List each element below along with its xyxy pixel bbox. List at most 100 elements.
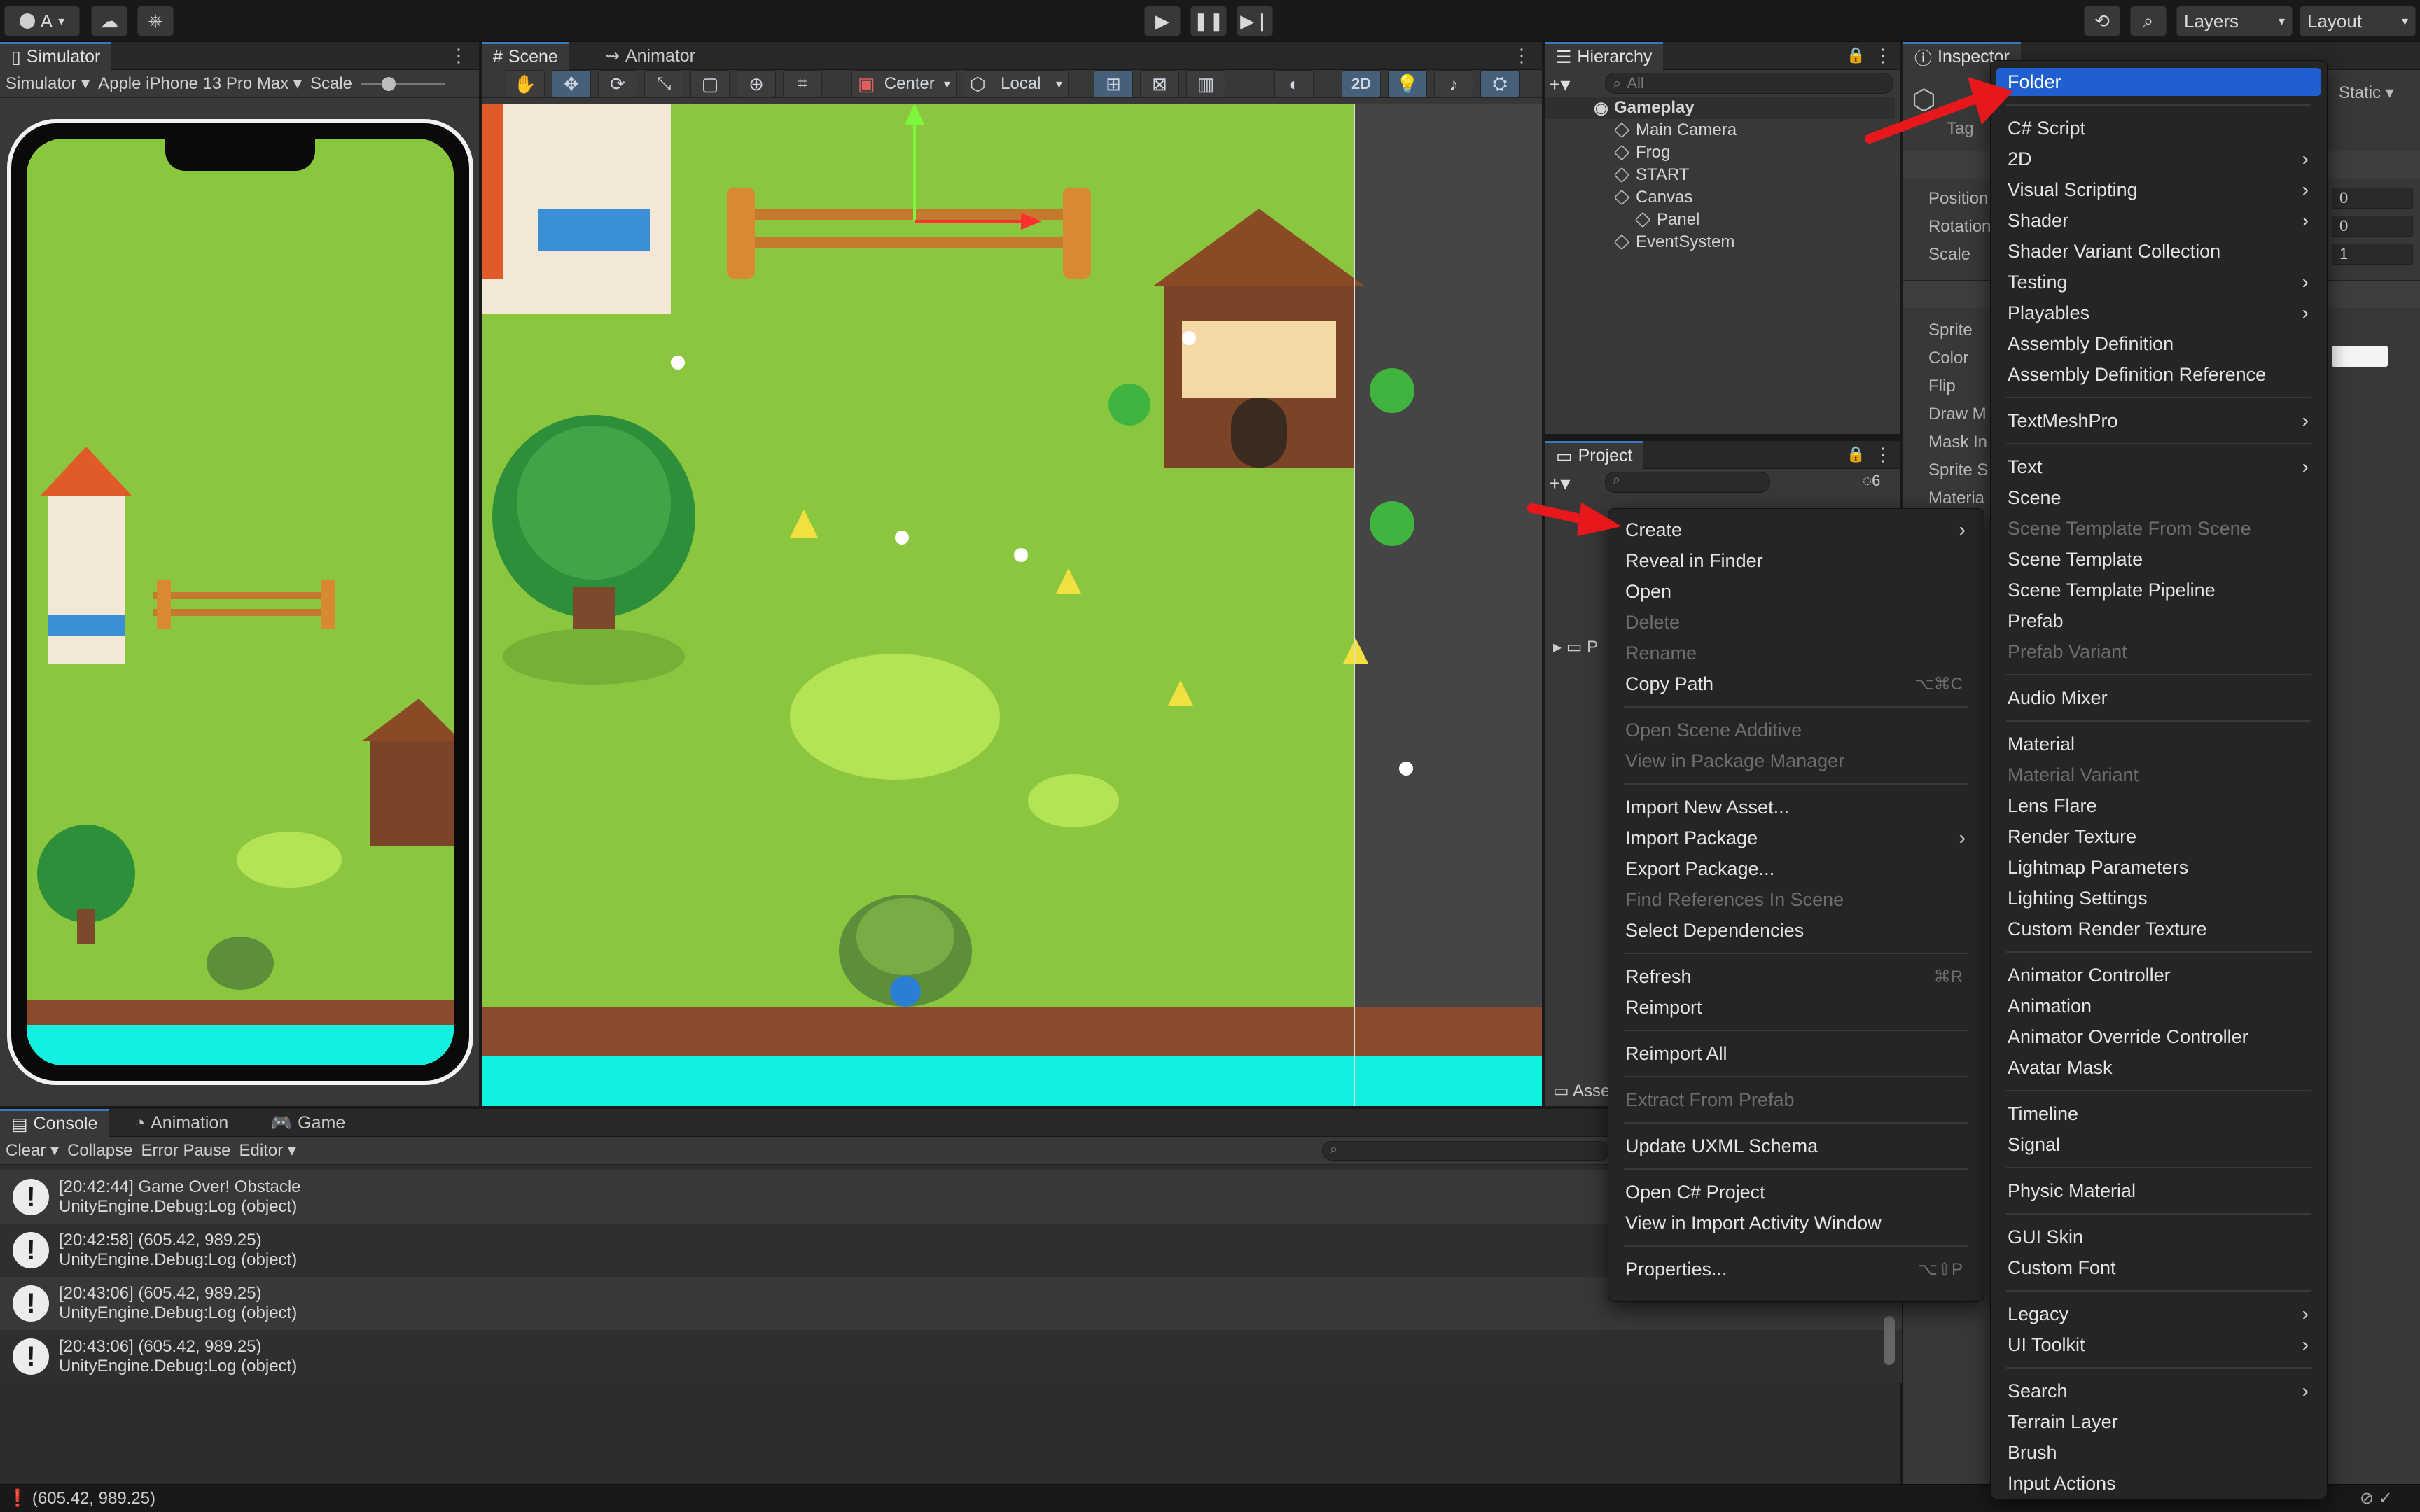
lock-icon[interactable]: 🔒 — [1847, 445, 1865, 463]
lock-icon[interactable]: 🔒 — [1847, 46, 1865, 64]
scale-tool-button[interactable]: ⤡ — [644, 70, 683, 98]
account-dropdown[interactable]: A ▾ — [4, 6, 80, 36]
search-button[interactable]: ⌕ — [2130, 6, 2167, 36]
tab-hierarchy[interactable]: ☰ Hierarchy — [1545, 42, 1664, 70]
simulator-mode-select[interactable]: Simulator ▾ — [6, 74, 90, 94]
position-field[interactable]: 0 — [2332, 188, 2413, 209]
collapse-button[interactable]: Collapse — [67, 1141, 132, 1161]
menu-item-brush[interactable]: Brush — [1996, 1438, 2321, 1466]
menu-item-textmeshpro[interactable]: TextMeshPro › — [1996, 407, 2321, 435]
menu-item-2d[interactable]: 2D › — [1996, 145, 2321, 173]
menu-item-select-dependencies[interactable]: Select Dependencies — [1614, 916, 1978, 944]
menu-item-ui-toolkit[interactable]: UI Toolkit › — [1996, 1331, 2321, 1359]
menu-item-physic-material[interactable]: Physic Material — [1996, 1177, 2321, 1205]
layout-dropdown[interactable]: Layout ▾ — [2300, 6, 2416, 36]
add-object-button[interactable]: +▾ — [1549, 73, 1580, 95]
editor-dropdown[interactable]: Editor ▾ — [239, 1140, 296, 1161]
menu-item-signal[interactable]: Signal — [1996, 1130, 2321, 1158]
menu-item-lighting-settings[interactable]: Lighting Settings — [1996, 884, 2321, 912]
tab-scene[interactable]: # Scene — [482, 42, 569, 70]
mode-2d-button[interactable]: 2D — [1342, 70, 1381, 98]
play-button[interactable]: ▶ — [1144, 6, 1181, 36]
scale-slider[interactable] — [361, 76, 445, 91]
hierarchy-search-input[interactable]: ⌕ All — [1605, 73, 1893, 94]
menu-item-open[interactable]: Open — [1614, 578, 1978, 606]
menu-item-lens-flare[interactable]: Lens Flare — [1996, 792, 2321, 820]
tab-game[interactable]: 🎮 Game — [259, 1109, 356, 1137]
tab-animator[interactable]: ⇝ Animator — [594, 42, 707, 70]
status-text[interactable]: (605.42, 989.25) — [32, 1489, 155, 1508]
project-breadcrumb[interactable]: ▭ Asse — [1553, 1081, 1610, 1101]
menu-item-terrain-layer[interactable]: Terrain Layer — [1996, 1408, 2321, 1436]
draw-mode-button[interactable]: ◐ — [1274, 70, 1314, 98]
menu-item-create[interactable]: Create › — [1614, 516, 1978, 544]
hierarchy-item-panel[interactable]: Panel — [1545, 209, 1895, 231]
menu-item-properties[interactable]: Properties... ⌥⇧P — [1614, 1255, 1978, 1283]
lighting-button[interactable]: 💡 — [1388, 70, 1427, 98]
more-options-icon[interactable]: ⋮ — [1512, 45, 1531, 66]
more-options-icon[interactable]: ⋮ — [1874, 444, 1892, 465]
space-select[interactable]: ⬡ Local ▾ — [964, 70, 1069, 98]
menu-item-custom-render-texture[interactable]: Custom Render Texture — [1996, 915, 2321, 943]
device-screen[interactable] — [27, 139, 454, 1065]
menu-item-legacy[interactable]: Legacy › — [1996, 1300, 2321, 1328]
menu-item-material[interactable]: Material — [1996, 730, 2321, 758]
menu-item-open-c-project[interactable]: Open C# Project — [1614, 1178, 1978, 1206]
hierarchy-item-start[interactable]: START — [1545, 164, 1895, 186]
menu-item-shader-variant-collection[interactable]: Shader Variant Collection — [1996, 237, 2321, 265]
device-select[interactable]: Apple iPhone 13 Pro Max ▾ — [98, 74, 302, 94]
hidden-count-badge[interactable]: ◌6 — [1863, 472, 1880, 490]
menu-item-reveal-in-finder[interactable]: Reveal in Finder — [1614, 547, 1978, 575]
menu-item-folder[interactable]: Folder — [1996, 68, 2321, 96]
menu-item-copy-path[interactable]: Copy Path ⌥⌘C — [1614, 670, 1978, 698]
menu-item-gui-skin[interactable]: GUI Skin — [1996, 1223, 2321, 1251]
scene-viewport[interactable] — [482, 104, 1542, 1106]
menu-item-export-package[interactable]: Export Package... — [1614, 855, 1978, 883]
audio-button[interactable]: ♪ — [1434, 70, 1473, 98]
project-search-input[interactable]: ⌕ — [1605, 472, 1770, 493]
menu-item-text[interactable]: Text › — [1996, 453, 2321, 481]
scale-field[interactable]: 1 — [2332, 244, 2413, 265]
project-add-button[interactable]: +▾ — [1549, 472, 1570, 495]
custom-tool-button[interactable]: ⌗ — [783, 70, 822, 98]
menu-item-timeline[interactable]: Timeline — [1996, 1100, 2321, 1128]
tab-project[interactable]: ▭ Project — [1545, 441, 1644, 469]
collab-button[interactable]: ⎈ — [137, 6, 174, 36]
hierarchy-item-main-camera[interactable]: Main Camera — [1545, 119, 1895, 141]
menu-item-search[interactable]: Search › — [1996, 1377, 2321, 1405]
menu-item-scene-template-pipeline[interactable]: Scene Template Pipeline — [1996, 576, 2321, 604]
history-button[interactable]: ⟲ — [2084, 6, 2120, 36]
menu-item-shader[interactable]: Shader › — [1996, 206, 2321, 234]
hierarchy-item-canvas[interactable]: Canvas — [1545, 186, 1895, 209]
menu-item-animation[interactable]: Animation — [1996, 992, 2321, 1020]
more-options-icon[interactable]: ⋮ — [450, 45, 468, 66]
menu-item-animator-override-controller[interactable]: Animator Override Controller — [1996, 1023, 2321, 1051]
hierarchy-item-eventsystem[interactable]: EventSystem — [1545, 231, 1895, 253]
move-tool-button[interactable]: ✥ — [552, 70, 591, 98]
menu-item-refresh[interactable]: Refresh ⌘R — [1614, 962, 1978, 990]
menu-item-testing[interactable]: Testing › — [1996, 268, 2321, 296]
project-folder-partial[interactable]: ▸ ▭ P — [1553, 637, 1598, 657]
menu-item-visual-scripting[interactable]: Visual Scripting › — [1996, 176, 2321, 204]
static-toggle[interactable]: Static ▾ — [2339, 83, 2394, 103]
menu-item-lightmap-parameters[interactable]: Lightmap Parameters — [1996, 853, 2321, 881]
rotate-tool-button[interactable]: ⟳ — [598, 70, 637, 98]
gizmos-button[interactable]: ⛭ — [1480, 70, 1520, 98]
menu-item-import-package[interactable]: Import Package › — [1614, 824, 1978, 852]
menu-item-update-uxml-schema[interactable]: Update UXML Schema — [1614, 1132, 1978, 1160]
clear-button[interactable]: Clear ▾ — [6, 1140, 59, 1161]
more-options-icon[interactable]: ⋮ — [1874, 45, 1892, 66]
layers-dropdown[interactable]: Layers ▾ — [2176, 6, 2293, 36]
color-swatch[interactable] — [2332, 346, 2388, 367]
tab-animation[interactable]: ◔ Animation — [123, 1109, 239, 1137]
menu-item-custom-font[interactable]: Custom Font — [1996, 1254, 2321, 1282]
menu-item-c-script[interactable]: C# Script — [1996, 114, 2321, 142]
console-search-input[interactable]: ⌕ — [1322, 1141, 1609, 1161]
console-scrollbar[interactable] — [1884, 1316, 1895, 1365]
rotation-field[interactable]: 0 — [2332, 216, 2413, 237]
menu-item-reimport-all[interactable]: Reimport All — [1614, 1040, 1978, 1068]
menu-item-input-actions[interactable]: Input Actions — [1996, 1469, 2321, 1497]
menu-item-playables[interactable]: Playables › — [1996, 299, 2321, 327]
ruler-button[interactable]: ▥ — [1186, 70, 1225, 98]
tab-simulator[interactable]: ▯ Simulator — [0, 42, 112, 70]
